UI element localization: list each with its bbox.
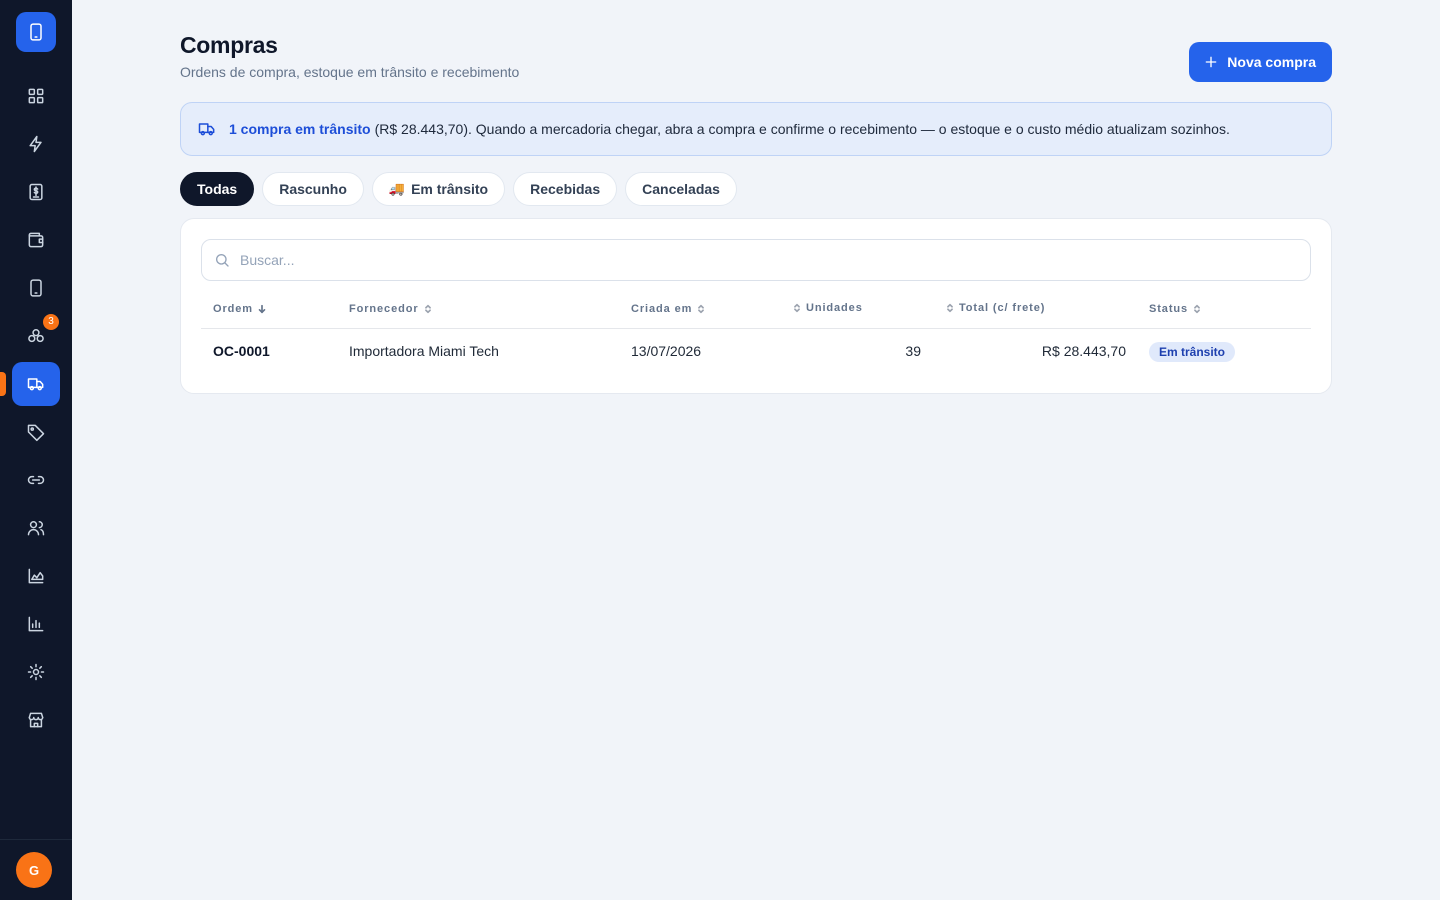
table-header-divider bbox=[201, 328, 1311, 329]
active-indicator bbox=[0, 372, 6, 396]
column-header-total[interactable]: Total (c/ frete) bbox=[945, 302, 1045, 314]
sidebar-divider bbox=[0, 839, 72, 840]
tab-label: Recebidas bbox=[530, 181, 601, 197]
boxes-icon bbox=[28, 329, 44, 343]
sidebar-item-quick[interactable] bbox=[12, 122, 60, 166]
app-logo[interactable] bbox=[16, 12, 56, 52]
sidebar-item-settings[interactable] bbox=[12, 650, 60, 694]
sidebar-item-dashboard[interactable] bbox=[12, 74, 60, 118]
column-header-unidades[interactable]: Unidades bbox=[792, 302, 863, 314]
sidebar-item-parts[interactable]: 3 bbox=[12, 314, 60, 358]
truck-icon bbox=[27, 378, 44, 391]
store-icon bbox=[28, 712, 44, 728]
column-header-status[interactable]: Status bbox=[1149, 303, 1202, 315]
wallet-icon bbox=[28, 232, 44, 248]
sidebar-item-devices[interactable] bbox=[12, 266, 60, 310]
purchases-table-card: Ordem Fornecedor Criada em Unidades Tota… bbox=[180, 218, 1332, 394]
page-subtitle: Ordens de compra, estoque em trânsito e … bbox=[180, 64, 520, 80]
smartphone-icon bbox=[30, 279, 42, 297]
banner-text: (R$ 28.443,70). Quando a mercadoria cheg… bbox=[374, 121, 1230, 137]
new-purchase-label: Nova compra bbox=[1227, 54, 1316, 70]
cell-ordem[interactable]: OC-0001 bbox=[213, 343, 270, 359]
sidebar-item-purchases[interactable] bbox=[0, 362, 60, 406]
tab-label: Em trânsito bbox=[411, 181, 489, 197]
cell-unidades: 39 bbox=[905, 343, 921, 359]
status-badge: Em trânsito bbox=[1149, 342, 1236, 362]
page-title: Compras bbox=[180, 32, 278, 58]
sidebar-item-charts[interactable] bbox=[12, 554, 60, 598]
plus-icon bbox=[1205, 56, 1217, 68]
tab-label: Canceladas bbox=[642, 181, 720, 197]
sort-desc-icon bbox=[258, 304, 266, 314]
notification-badge: 3 bbox=[43, 314, 59, 330]
column-label: Unidades bbox=[806, 302, 863, 314]
sort-icon bbox=[1194, 304, 1200, 314]
receipt-dollar-icon bbox=[29, 183, 43, 201]
tab-em-transito[interactable]: 🚚 Em trânsito bbox=[371, 172, 506, 206]
sort-icon bbox=[698, 304, 705, 314]
column-header-criada-em[interactable]: Criada em bbox=[631, 303, 706, 315]
sidebar-nav: 3 bbox=[0, 74, 72, 746]
sidebar-item-finance[interactable] bbox=[12, 170, 60, 214]
sidebar-item-links[interactable] bbox=[12, 458, 60, 502]
sidebar: 3 G bbox=[0, 0, 72, 900]
column-label: Fornecedor bbox=[349, 303, 419, 315]
column-label: Total (c/ frete) bbox=[959, 302, 1046, 314]
tab-rascunho[interactable]: Rascunho bbox=[262, 172, 364, 206]
column-header-fornecedor[interactable]: Fornecedor bbox=[349, 303, 433, 315]
column-header-ordem[interactable]: Ordem bbox=[213, 303, 267, 315]
column-label: Criada em bbox=[631, 303, 693, 315]
tab-label: Todas bbox=[197, 181, 238, 197]
column-label: Status bbox=[1149, 303, 1189, 315]
sidebar-item-reports[interactable] bbox=[12, 602, 60, 646]
link-icon bbox=[27, 475, 45, 485]
sort-icon bbox=[947, 303, 953, 313]
status-filter-tabs: Todas Rascunho 🚚 Em trânsito Recebidas C… bbox=[180, 172, 737, 206]
tab-recebidas[interactable]: Recebidas bbox=[513, 172, 618, 206]
tab-todas[interactable]: Todas bbox=[180, 172, 255, 206]
banner-highlight-link[interactable]: 1 compra em trânsito bbox=[229, 121, 371, 137]
sidebar-item-tags[interactable] bbox=[12, 410, 60, 454]
tab-canceladas[interactable]: Canceladas bbox=[625, 172, 737, 206]
sidebar-item-store[interactable] bbox=[12, 698, 60, 742]
search-box bbox=[201, 239, 1311, 281]
tab-label: Rascunho bbox=[279, 181, 347, 197]
bar-chart-icon bbox=[28, 616, 44, 632]
sort-icon bbox=[794, 303, 800, 313]
user-avatar[interactable]: G bbox=[16, 852, 52, 888]
truck-icon bbox=[198, 123, 215, 136]
users-icon bbox=[27, 521, 45, 536]
smartphone-icon bbox=[30, 23, 42, 41]
search-icon bbox=[216, 253, 229, 267]
new-purchase-button[interactable]: Nova compra bbox=[1189, 42, 1332, 82]
area-chart-icon bbox=[28, 568, 44, 584]
bolt-icon bbox=[29, 135, 42, 153]
column-label: Ordem bbox=[213, 303, 253, 315]
search-input[interactable] bbox=[240, 252, 1240, 268]
sidebar-item-customers[interactable] bbox=[12, 506, 60, 550]
grid-icon bbox=[28, 88, 44, 104]
cell-total: R$ 28.443,70 bbox=[1041, 343, 1126, 359]
cell-fornecedor: Importadora Miami Tech bbox=[349, 343, 499, 359]
sidebar-item-wallet[interactable] bbox=[12, 218, 60, 262]
sort-icon bbox=[424, 304, 431, 314]
cell-criada-em: 13/07/2026 bbox=[631, 343, 702, 359]
in-transit-banner: 1 compra em trânsito (R$ 28.443,70). Qua… bbox=[180, 102, 1332, 156]
gear-icon bbox=[27, 663, 45, 681]
truck-emoji-icon: 🚚 bbox=[388, 181, 406, 196]
tag-icon bbox=[27, 424, 45, 442]
